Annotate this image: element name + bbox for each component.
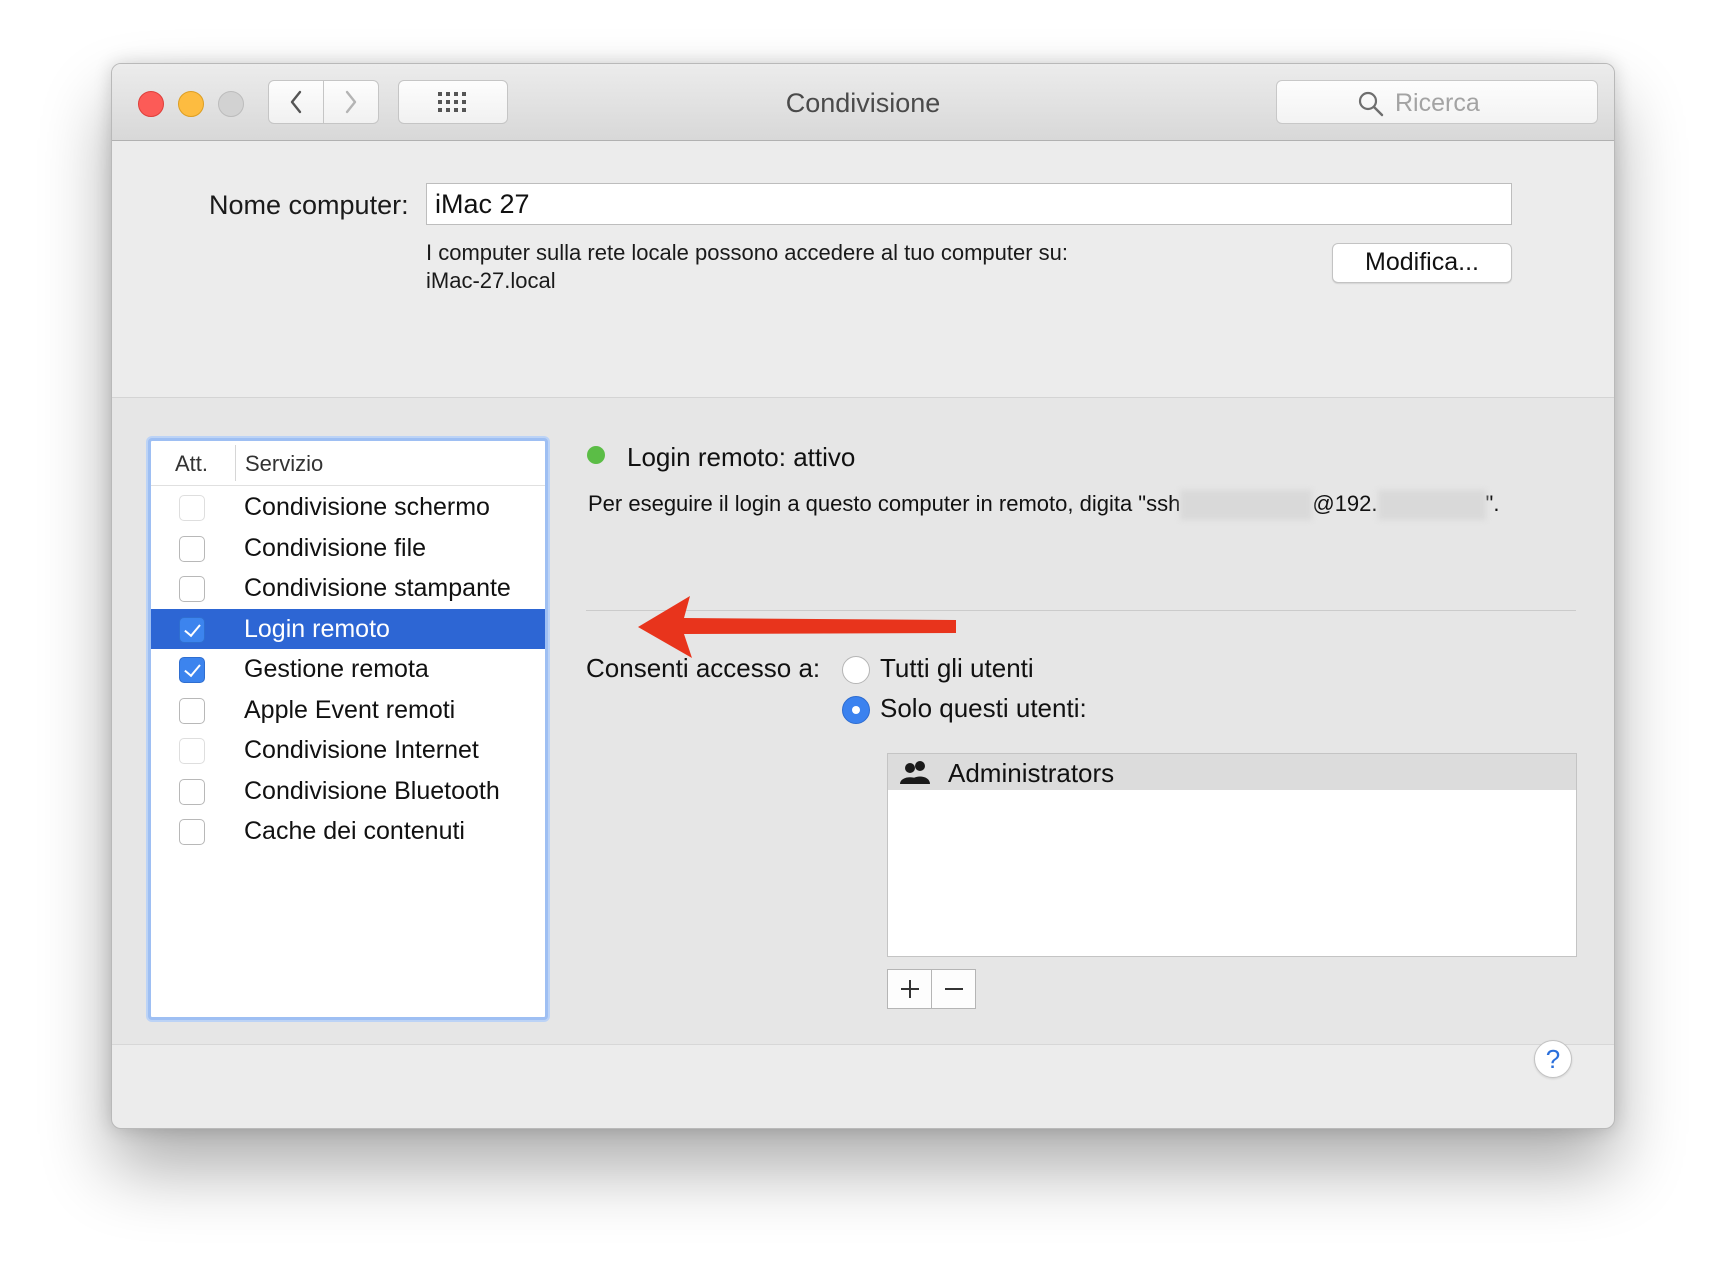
add-user-button[interactable] <box>887 969 932 1009</box>
column-divider <box>235 445 236 481</box>
ssh-instructions: Per eseguire il login a questo computer … <box>588 490 1499 520</box>
ssh-at: @192. <box>1312 490 1378 516</box>
service-checkbox[interactable] <box>179 616 205 643</box>
service-row[interactable]: Condivisione file <box>151 528 545 568</box>
service-label: Condivisione Bluetooth <box>244 776 500 805</box>
plus-icon <box>900 980 919 998</box>
service-row[interactable]: Apple Event remoti <box>151 690 545 730</box>
help-button[interactable]: ? <box>1534 1040 1572 1078</box>
service-checkbox[interactable] <box>179 778 205 805</box>
service-label: Cache dei contenuti <box>244 817 465 845</box>
service-row[interactable]: Condivisione Internet <box>151 730 545 770</box>
service-checkbox[interactable] <box>179 819 205 845</box>
service-label: Apple Event remoti <box>244 695 456 724</box>
service-checkbox[interactable] <box>179 495 205 521</box>
allowed-users-list[interactable]: Administrators <box>887 753 1577 957</box>
service-checkbox[interactable] <box>179 697 205 724</box>
ssh-suffix: ". <box>1485 490 1500 516</box>
service-label: Condivisione file <box>244 533 427 562</box>
status-indicator-icon <box>587 446 605 464</box>
radio-only-these-users-label[interactable]: Solo questi utenti: <box>880 693 1087 724</box>
user-row[interactable]: Administrators <box>888 754 1576 790</box>
service-status: Login remoto: attivo <box>627 442 856 472</box>
minus-icon <box>944 988 963 990</box>
service-label: Gestione remota <box>244 655 429 683</box>
service-label: Condivisione stampante <box>244 574 511 602</box>
service-label: Condivisione Internet <box>244 736 479 764</box>
service-row[interactable]: Cache dei contenuti <box>151 811 545 851</box>
service-row[interactable]: Condivisione Bluetooth <box>151 771 545 811</box>
service-list[interactable]: Att. Servizio Condivisione schermo Condiv… <box>148 438 548 1020</box>
service-list-header: Att. Servizio <box>151 441 545 486</box>
service-label: Login remoto <box>244 614 390 643</box>
radio-only-these-users[interactable] <box>842 696 870 724</box>
computer-name-input[interactable] <box>426 183 1512 225</box>
redacted-address <box>1377 490 1486 520</box>
search-field[interactable] <box>1276 80 1598 124</box>
edit-hostname-button[interactable]: Modifica... <box>1332 243 1512 283</box>
service-row[interactable]: Condivisione schermo <box>151 487 545 527</box>
group-icon <box>900 761 930 784</box>
service-label: Condivisione schermo <box>244 493 490 521</box>
service-row[interactable]: Gestione remota <box>151 649 545 689</box>
search-input[interactable] <box>1393 87 1587 119</box>
computer-name-description: I computer sulla rete locale possono acc… <box>426 239 1068 295</box>
column-header-service[interactable]: Servizio <box>245 451 323 477</box>
service-checkbox[interactable] <box>179 576 205 602</box>
computer-name-label: Nome computer: <box>209 190 409 220</box>
service-row[interactable]: Condivisione stampante <box>151 568 545 608</box>
redacted-username <box>1180 490 1313 520</box>
computer-name-section: Nome computer: I computer sulla rete loc… <box>112 141 1614 398</box>
local-hostname: iMac-27.local <box>426 268 556 293</box>
title-bar: Condivisione <box>112 64 1614 141</box>
services-section: Att. Servizio Condivisione schermo Condiv… <box>112 398 1614 1045</box>
user-name: Administrators <box>948 758 1115 788</box>
search-icon <box>1358 91 1384 117</box>
service-checkbox[interactable] <box>179 535 205 562</box>
sharing-window: Condivisione Nome computer: I computer s… <box>111 63 1615 1129</box>
ssh-prefix: Per eseguire il login a questo computer … <box>588 490 1181 516</box>
service-checkbox[interactable] <box>179 738 205 764</box>
column-header-on[interactable]: Att. <box>175 451 208 477</box>
annotation-arrow-icon <box>638 596 956 658</box>
service-row[interactable]: Login remoto <box>151 608 545 649</box>
description-line-1: I computer sulla rete locale possono acc… <box>426 240 1069 265</box>
service-checkbox[interactable] <box>179 657 205 683</box>
remove-user-button[interactable] <box>931 969 976 1009</box>
